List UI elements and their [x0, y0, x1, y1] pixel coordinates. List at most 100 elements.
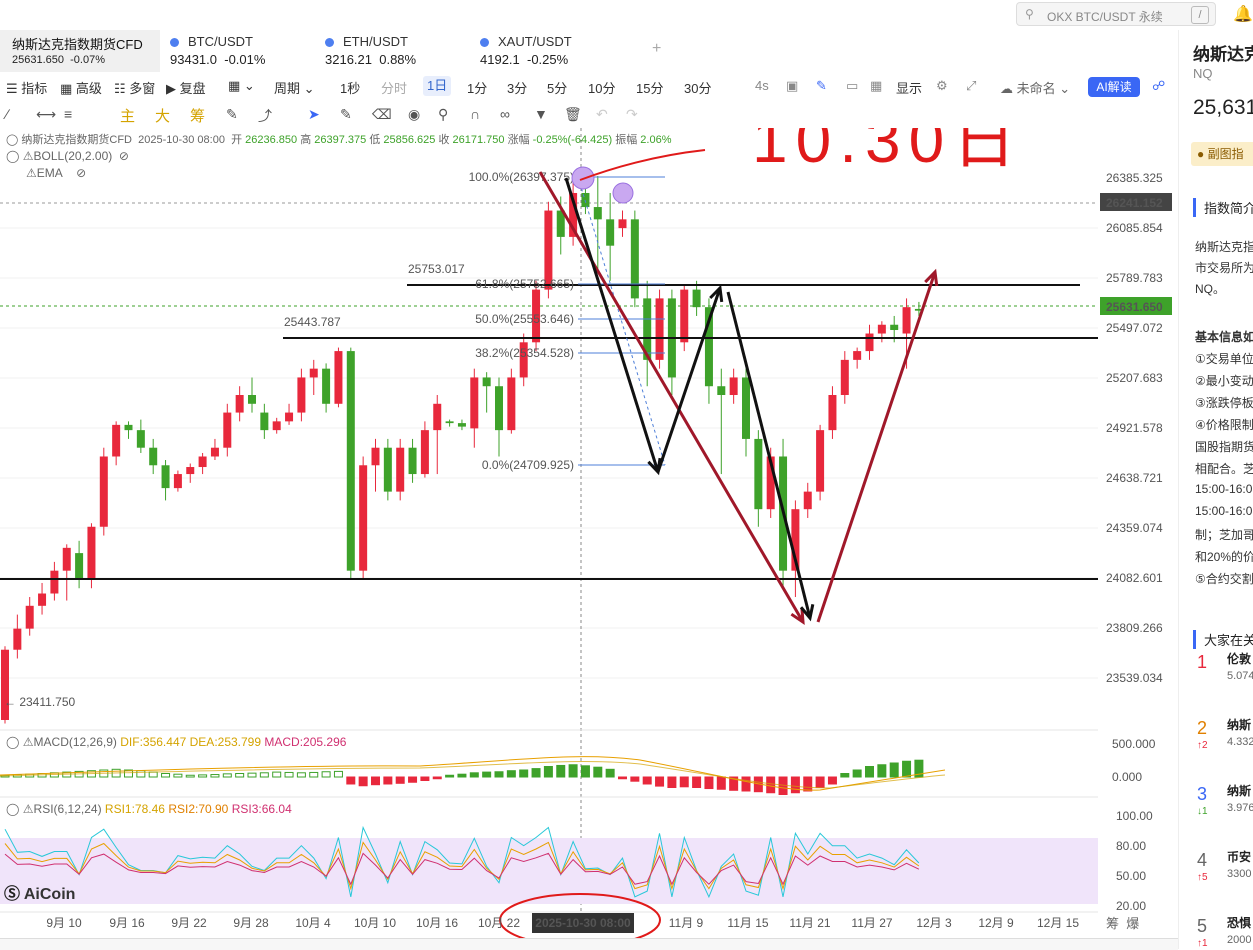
interval-5m[interactable]: 5分	[547, 78, 567, 97]
red-arrow-up	[816, 271, 937, 623]
interval-1s[interactable]: 1秒	[340, 78, 360, 97]
undo-icon[interactable]: ↶	[596, 106, 608, 123]
basic-item: 相配合。芝	[1195, 462, 1253, 476]
candle-body	[692, 289, 701, 308]
macd-bar	[408, 776, 418, 783]
replay-button[interactable]: ▶ 复盘	[166, 78, 206, 97]
tab-nasdaq[interactable]: 纳斯达克指数期货CFD 25631.650 -0.07%	[0, 30, 160, 72]
interval-15m[interactable]: 15分	[636, 78, 663, 97]
interval-10m[interactable]: 10分	[588, 78, 615, 97]
rank-name[interactable]: 币安	[1227, 848, 1251, 865]
eye-off-icon[interactable]: ⊘	[119, 149, 129, 163]
period-dropdown[interactable]: 周期 ⌄	[274, 78, 315, 97]
main-chip-tool[interactable]: 主	[120, 105, 135, 126]
current-price-marker: 25631.650	[1106, 300, 1163, 314]
rank-name[interactable]: 伦敦	[1227, 650, 1251, 667]
edit-icon[interactable]: ✎	[226, 106, 238, 123]
fullscreen-icon[interactable]: ⤢	[966, 78, 976, 94]
channel-tool-icon[interactable]: ≡	[64, 106, 72, 122]
tab-eth[interactable]: ETH/USDT 3216.21 0.88%	[325, 30, 465, 72]
layout-dropdown[interactable]: ▦ ⌄	[228, 78, 255, 94]
desc-line: 市交易所为	[1195, 261, 1253, 275]
rank-name[interactable]: 纳斯	[1227, 782, 1251, 799]
desc-line: NQ。	[1195, 282, 1226, 296]
date-tick: 12月 15	[1037, 916, 1079, 930]
macd-bar	[371, 776, 380, 786]
boll-indicator[interactable]: ◯ ⚠BOLL(20,2.00) ⊘	[6, 149, 129, 163]
filter-icon[interactable]: ▼	[534, 106, 548, 122]
macd-dea: DEA:253.799	[189, 735, 262, 749]
chip-corner[interactable]: 筹 爆	[1106, 913, 1139, 932]
bell-icon[interactable]: 🔔	[1233, 4, 1253, 24]
eraser-icon[interactable]: ⌫	[372, 106, 392, 123]
macd-bar	[136, 770, 146, 778]
macd-bar	[655, 776, 665, 787]
subchart-button[interactable]: ● 副图指	[1191, 142, 1253, 166]
tab-name: BTC/USDT	[188, 34, 253, 49]
macd-bar	[457, 773, 467, 778]
interval-30m[interactable]: 30分	[684, 78, 711, 97]
interval-1d[interactable]: 1日	[423, 76, 452, 96]
ruler-icon[interactable]: ✎	[340, 106, 352, 123]
share-icon[interactable]: ☍	[1152, 78, 1165, 94]
search-icon: ⚲	[1025, 7, 1034, 21]
advanced-button[interactable]: ▦ 高级	[60, 78, 102, 97]
hline-tool-icon[interactable]: ⟷	[36, 106, 56, 123]
candle-body	[99, 456, 108, 527]
measure-icon[interactable]: ⤴	[258, 106, 272, 126]
interval-4s[interactable]: 4s	[755, 78, 769, 93]
red-arrow-down	[538, 171, 805, 623]
indicator-button[interactable]: ☰ 指标	[6, 78, 47, 97]
multi-window-button[interactable]: ☷ 多窗	[114, 78, 155, 97]
price-tick: 26085.854	[1106, 221, 1163, 235]
add-tab-button[interactable]: +	[652, 40, 661, 58]
top-bar: ⚲ OKX BTC/USDT 永续 / 🔔	[0, 0, 1253, 30]
macd-bar	[815, 776, 825, 788]
eye-icon[interactable]: ◉	[408, 106, 420, 123]
interval-timeshare[interactable]: 分时	[381, 78, 407, 97]
ai-analysis-button[interactable]: AI解读	[1088, 77, 1140, 97]
tab-price: 93431.0 -0.01%	[170, 52, 266, 67]
grid-icon[interactable]: ▦	[870, 78, 882, 94]
window-icon[interactable]: ▭	[846, 78, 858, 94]
macd-bar	[531, 768, 541, 778]
line-tool-icon[interactable]: ∕	[6, 106, 8, 122]
rank-delta: ↑2	[1197, 740, 1208, 751]
delete-icon[interactable]: 🗑	[564, 106, 582, 123]
date-tick: 10月 16	[416, 916, 458, 930]
tab-xaut[interactable]: XAUT/USDT 4192.1 -0.25%	[480, 30, 620, 72]
chip-tool[interactable]: 筹	[190, 105, 205, 126]
checkbox-icon[interactable]: ◯	[6, 134, 18, 146]
layout-name-dropdown[interactable]: ☁ 未命名 ⌄	[1000, 78, 1070, 97]
macd-bar	[383, 776, 393, 785]
settings-icon[interactable]: ⚙	[936, 78, 948, 94]
camera-icon[interactable]: ▣	[786, 78, 798, 94]
candle-body	[902, 307, 911, 334]
large-order-tool[interactable]: 大	[155, 105, 170, 126]
info-symbol: 纳斯达克指数期货CFD	[21, 134, 132, 146]
eye-off-icon[interactable]: ⊘	[76, 166, 86, 180]
pen-icon[interactable]: ✎	[816, 78, 827, 94]
redo-icon[interactable]: ↷	[626, 106, 638, 123]
interval-3m[interactable]: 3分	[507, 78, 527, 97]
cursor-icon[interactable]: ➤	[308, 106, 320, 123]
interval-1m[interactable]: 1分	[467, 78, 487, 97]
search-shortcut-key: /	[1191, 6, 1209, 24]
link-icon[interactable]: ∞	[500, 106, 510, 122]
lock-icon[interactable]: ⚲	[438, 106, 448, 123]
magnet-icon[interactable]: ∩	[470, 106, 480, 122]
tab-btc[interactable]: BTC/USDT 93431.0 -0.01%	[170, 30, 310, 72]
search-input[interactable]: ⚲ OKX BTC/USDT 永续 /	[1016, 2, 1216, 26]
ema-indicator[interactable]: ⚠EMA ⊘	[26, 166, 86, 180]
display-button[interactable]: 显示	[896, 78, 922, 97]
rank-name[interactable]: 恐惧	[1227, 914, 1251, 931]
rsi-legend: ◯ ⚠RSI(6,12,24) RSI1:78.46 RSI2:70.90 RS…	[6, 802, 292, 816]
candle-body	[87, 526, 96, 580]
rank-name[interactable]: 纳斯	[1227, 716, 1251, 733]
price-chart[interactable]: 25753.017 25443.787 ← 23411.750 100.0%(2639…	[0, 128, 1178, 938]
rank-value: 5.074	[1227, 670, 1253, 682]
rsi-tick: 80.00	[1116, 839, 1146, 853]
candle-body	[433, 403, 442, 431]
candle-body	[297, 377, 306, 413]
fib-label-r618: 61.8%(25752.665)	[475, 277, 574, 291]
